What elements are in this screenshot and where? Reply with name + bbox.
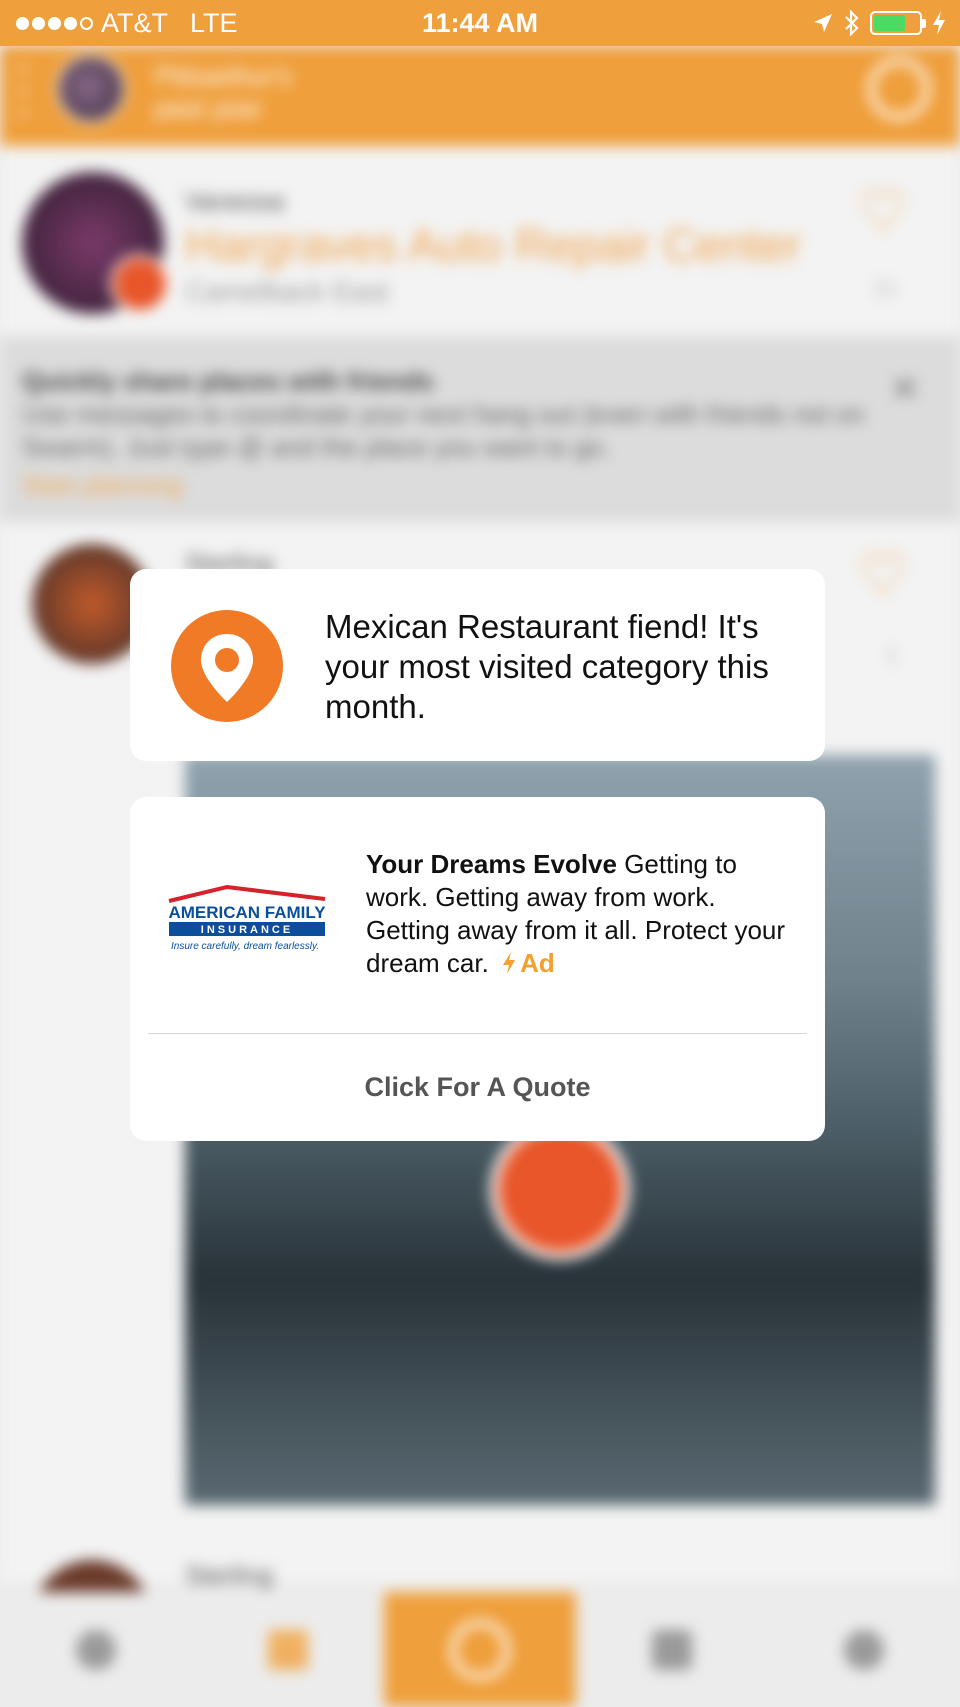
feed-item-venue[interactable]: Hargraves Auto Repair Center	[185, 218, 801, 272]
tab-profile[interactable]	[768, 1592, 960, 1707]
header-title: Pittsarthur's past year	[155, 60, 291, 124]
feed-item-area: Camelback East	[185, 276, 389, 307]
tab-list[interactable]	[192, 1592, 384, 1707]
logo-tagline: Insure carefully, dream fearlessly.	[171, 941, 319, 952]
ad-card[interactable]: AMERICAN FAMILY INSURANCE Insure careful…	[130, 797, 825, 1141]
like-count: 21	[873, 276, 898, 301]
insight-card[interactable]: Mexican Restaurant fiend! It's your most…	[130, 569, 825, 761]
globe-icon	[76, 1629, 116, 1670]
tab-bar	[0, 1592, 960, 1707]
battery-icon	[870, 11, 926, 35]
status-icons	[812, 9, 946, 37]
like-count: 1	[885, 642, 898, 667]
tip-banner: Quickly share places with friends Use me…	[0, 336, 960, 522]
tab-check-in[interactable]	[384, 1592, 576, 1707]
feed-item-name: Sterling	[185, 1560, 274, 1590]
bluetooth-icon	[845, 9, 859, 37]
location-pin-icon	[171, 610, 283, 722]
tab-history[interactable]	[576, 1592, 768, 1707]
category-badge-icon	[490, 1120, 630, 1260]
check-in-icon	[450, 1619, 510, 1680]
close-icon[interactable]: ✕	[890, 368, 920, 410]
location-arrow-icon	[814, 14, 832, 32]
tip-link[interactable]: Start planning	[22, 470, 182, 501]
ad-label: Ad	[520, 948, 555, 978]
tab-globe[interactable]	[0, 1592, 192, 1707]
list-icon	[268, 1629, 308, 1670]
app-header: Pittsarthur's past year	[0, 46, 960, 146]
quote-button[interactable]: Click For A Quote	[130, 1033, 825, 1141]
feed-item[interactable]: Vanessa Hargraves Auto Repair Center Cam…	[0, 146, 960, 336]
feed-item[interactable]: Sterling	[0, 1540, 960, 1680]
history-icon	[652, 1629, 692, 1670]
logo-line2: INSURANCE	[201, 924, 293, 936]
lightning-icon	[503, 952, 516, 974]
header-avatar[interactable]	[56, 54, 126, 124]
profile-icon	[844, 1629, 884, 1670]
header-title-line1: Pittsarthur's	[155, 61, 292, 91]
heart-icon[interactable]: ♡	[856, 547, 910, 605]
charging-bolt-icon	[933, 11, 945, 35]
header-title-line2: past year	[155, 93, 262, 123]
search-icon[interactable]	[868, 58, 930, 120]
category-badge-icon	[110, 254, 170, 314]
insight-text: Mexican Restaurant fiend! It's your most…	[325, 608, 769, 725]
ad-headline: Your Dreams Evolve	[366, 849, 617, 879]
tip-body: Use messages to coordinate your next han…	[22, 399, 865, 462]
menu-dots-icon[interactable]	[20, 66, 26, 116]
tip-title: Quickly share places with friends	[22, 366, 434, 396]
ad-tag: Ad	[496, 948, 555, 978]
logo-line1: AMERICAN FAMILY	[168, 903, 326, 922]
ad-text: Your Dreams Evolve Getting to work. Gett…	[366, 848, 796, 980]
feed-item-name: Vanessa	[185, 186, 285, 216]
heart-icon[interactable]: ♡	[856, 183, 910, 241]
status-bar: AT&T LTE 11:44 AM	[0, 0, 960, 46]
american-family-insurance-logo: AMERICAN FAMILY INSURANCE Insure careful…	[165, 884, 330, 955]
